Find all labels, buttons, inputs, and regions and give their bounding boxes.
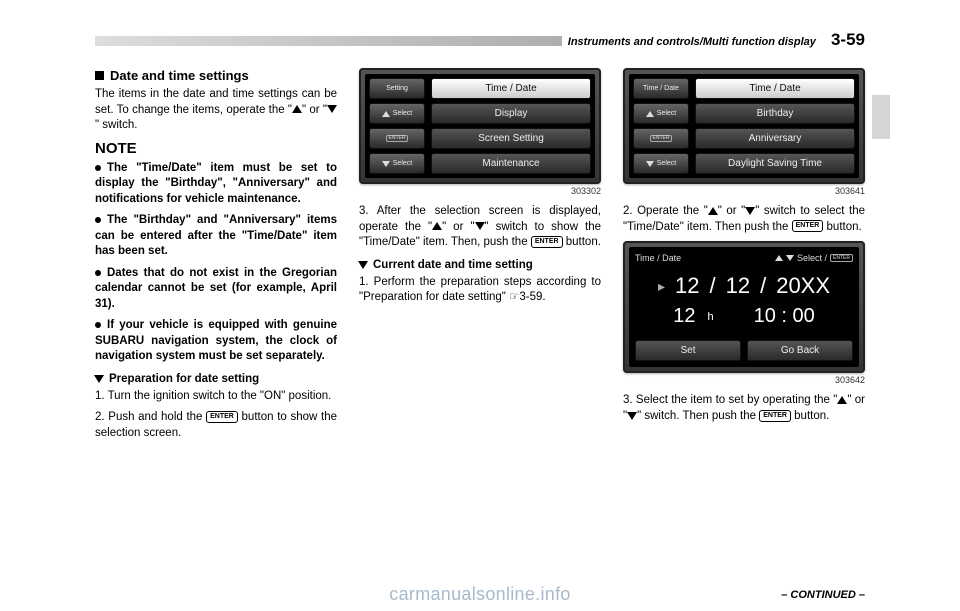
triangle-down-icon <box>475 222 485 230</box>
triangle-up-icon <box>292 105 302 113</box>
continued-label: – CONTINUED – <box>781 589 865 601</box>
device3-date-row: ▸ 12 / 12 / 20XX <box>635 273 853 299</box>
col2-step1: 1. Perform the preparation steps accordi… <box>359 275 601 306</box>
figure-ref-3: 303642 <box>623 375 865 385</box>
page-number: 3-59 <box>831 30 865 49</box>
pill-select-down: Select <box>369 153 425 174</box>
menu-screen-setting: Screen Setting <box>431 128 591 149</box>
menu-time-date: Time / Date <box>695 78 855 99</box>
pill-select-down: Select <box>633 153 689 174</box>
triangle-down-icon <box>327 105 337 113</box>
menu-birthday: Birthday <box>695 103 855 124</box>
mini-triangle-up-icon <box>775 255 783 261</box>
bullet-icon <box>95 319 107 331</box>
device-screenshot-3: Time / Date Select / ENTER ▸ 12 / 12 <box>623 241 865 373</box>
bullet-icon <box>95 267 107 279</box>
menu-anniversary: Anniversary <box>695 128 855 149</box>
current-dt-heading: Current date and time setting <box>359 259 601 271</box>
prep-step-1: 1. Turn the ignition switch to the "ON" … <box>95 389 337 405</box>
caret-icon: ▸ <box>658 278 665 295</box>
device3-goback-button: Go Back <box>747 340 853 361</box>
mini-enter-icon: ENTER <box>386 135 409 142</box>
col3-step2: 2. Operate the "" or "" switch to select… <box>623 204 865 235</box>
bullet-icon <box>95 162 107 174</box>
triangle-heading-icon <box>358 261 368 269</box>
triangle-up-icon <box>837 396 847 404</box>
enter-button-icon: ENTER <box>792 220 824 232</box>
thumb-tab <box>872 95 890 139</box>
pill-select-up: Select <box>633 103 689 124</box>
triangle-down-icon <box>627 412 637 420</box>
mini-triangle-up-icon <box>382 111 390 117</box>
pill-enter: ENTER <box>369 128 425 149</box>
header-text: Instruments and controls/Multi function … <box>562 30 865 50</box>
note-bullet-1: The "Time/Date" item must be set to disp… <box>95 161 337 208</box>
mini-triangle-down-icon <box>382 161 390 167</box>
section-title: Date and time settings <box>95 68 337 83</box>
device-screenshot-1: Setting Select ENTER Select Time / Date … <box>359 68 601 184</box>
pill-setting: Setting <box>369 78 425 99</box>
device3-set-button: Set <box>635 340 741 361</box>
device-screenshot-2: Time / Date Select ENTER Select Time / D… <box>623 68 865 184</box>
bullet-icon <box>95 214 107 226</box>
note-bullet-4: If your vehicle is equipped with genuine… <box>95 318 337 365</box>
prep-step-2: 2. Push and hold the ENTER button to sho… <box>95 410 337 441</box>
mini-triangle-up-icon <box>646 111 654 117</box>
mini-triangle-down-icon <box>646 161 654 167</box>
intro-paragraph: The items in the date and time settings … <box>95 87 337 134</box>
triangle-down-icon <box>745 207 755 215</box>
enter-button-icon: ENTER <box>531 236 563 248</box>
menu-maintenance: Maintenance <box>431 153 591 174</box>
pill-enter: ENTER <box>633 128 689 149</box>
prep-heading: Preparation for date setting <box>95 373 337 385</box>
column-2: Setting Select ENTER Select Time / Date … <box>359 68 601 447</box>
menu-dst: Daylight Saving Time <box>695 153 855 174</box>
note-bullet-2: The "Birthday" and "Anniversary" items c… <box>95 213 337 260</box>
note-heading: NOTE <box>95 140 337 157</box>
pill-select-up: Select <box>369 103 425 124</box>
column-3: Time / Date Select ENTER Select Time / D… <box>623 68 865 447</box>
col3-step3: 3. Select the item to set by operating t… <box>623 393 865 424</box>
figure-ref-1: 303302 <box>359 186 601 196</box>
mini-triangle-down-icon <box>786 255 794 261</box>
menu-time-date: Time / Date <box>431 78 591 99</box>
watermark: carmanualsonline.info <box>389 584 570 605</box>
pill-timedate: Time / Date <box>633 78 689 99</box>
note-bullet-3: Dates that do not exist in the Gregorian… <box>95 266 337 313</box>
column-1: Date and time settings The items in the … <box>95 68 337 447</box>
figure-ref-2: 303641 <box>623 186 865 196</box>
enter-button-icon: ENTER <box>759 410 791 422</box>
square-bullet-icon <box>95 71 104 80</box>
mini-enter-icon: ENTER <box>830 254 853 262</box>
mini-enter-icon: ENTER <box>650 135 673 142</box>
device3-top-row: Time / Date Select / ENTER <box>635 253 853 263</box>
triangle-up-icon <box>432 222 442 230</box>
breadcrumb: Instruments and controls/Multi function … <box>568 36 816 48</box>
device3-time-row: 12h 10 : 00 <box>635 305 853 328</box>
menu-display: Display <box>431 103 591 124</box>
enter-button-icon: ENTER <box>206 411 238 423</box>
col2-step3: 3. After the selection screen is display… <box>359 204 601 251</box>
triangle-heading-icon <box>94 375 104 383</box>
triangle-up-icon <box>708 207 718 215</box>
